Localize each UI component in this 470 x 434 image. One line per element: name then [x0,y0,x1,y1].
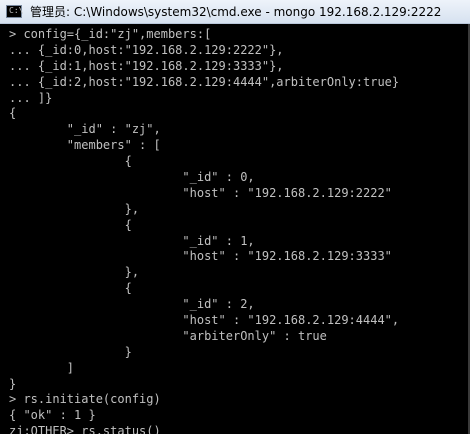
console-line: ... {_id:2,host:"192.168.2.129:4444",arb… [9,74,400,89]
console-line: "_id" : 0, [9,170,255,185]
console-line: "_id" : 1, [9,233,255,248]
title-bar[interactable]: C:\ 管理员: C:\Windows\system32\cmd.exe - m… [0,0,470,24]
console-line: zj:OTHER> rs.status() [9,424,161,434]
console-line: "host" : "192.168.2.129:2222" [9,185,392,200]
console-line: }, [9,201,140,216]
console-output[interactable]: > config={_id:"zj",members:[... {_id:0,h… [0,24,470,434]
console-line: ... {_id:1,host:"192.168.2.129:3333"}, [9,58,284,73]
console-line: { [9,217,132,232]
console-line: > config={_id:"zj",members:[ [9,27,212,41]
console-line: "arbiterOnly" : true [9,328,327,343]
console-line: { [9,154,132,169]
console-line: }, [9,265,140,280]
console-line: { "ok" : 1 } [9,408,96,423]
console-line: ] [9,360,75,375]
console-line: } [9,376,17,391]
console-lines: > config={_id:"zj",members:[... {_id:0,h… [9,27,399,434]
console-line: "members" : [ [9,138,161,153]
console-line: "host" : "192.168.2.129:4444", [9,313,400,328]
console-line: ... {_id:0,host:"192.168.2.129:2222"}, [9,42,284,57]
cmd-window: C:\ 管理员: C:\Windows\system32\cmd.exe - m… [0,0,470,434]
console-line: { [9,106,17,121]
console-line: } [9,344,132,359]
cmd-prompt-icon-glyph: C:\ [9,6,24,15]
console-line: "_id" : 2, [9,297,255,312]
window-title: 管理员: C:\Windows\system32\cmd.exe - mongo… [30,5,442,19]
console-line: { [9,281,132,296]
console-line: > rs.initiate(config) [9,392,161,407]
console-line: "_id" : "zj", [9,122,161,137]
console-line: "host" : "192.168.2.129:3333" [9,249,392,264]
console-line: ... ]} [9,90,53,105]
cmd-prompt-icon[interactable]: C:\ [6,5,24,18]
